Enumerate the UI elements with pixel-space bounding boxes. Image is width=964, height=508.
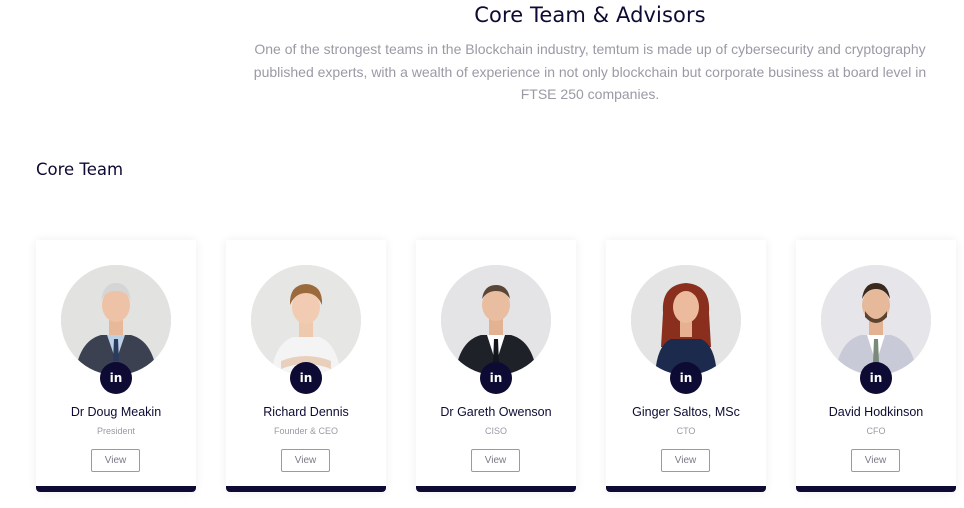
page-description: One of the strongest teams in the Blockc… (253, 41, 927, 102)
member-name: David Hodkinson (828, 405, 924, 419)
member-name: Ginger Saltos, MSc (632, 405, 740, 419)
member-role: CISO (484, 426, 507, 436)
view-button[interactable]: View (851, 449, 900, 472)
member-name: Dr Gareth Owenson (440, 405, 552, 419)
avatar (631, 265, 741, 375)
member-name: Dr Doug Meakin (70, 405, 162, 419)
member-role: CTO (676, 426, 696, 436)
page-title: Core Team & Advisors (474, 3, 706, 27)
avatar-wrap: in (631, 265, 741, 394)
linkedin-icon[interactable]: in (480, 362, 512, 394)
team-cards: in Dr Doug Meakin President View in Rich… (36, 240, 964, 494)
team-card: in Ginger Saltos, MSc CTO View (606, 240, 766, 492)
avatar-wrap: in (441, 265, 551, 394)
view-button[interactable]: View (281, 449, 330, 472)
avatar-wrap: in (821, 265, 931, 394)
view-button[interactable]: View (471, 449, 520, 472)
linkedin-icon[interactable]: in (290, 362, 322, 394)
linkedin-icon[interactable]: in (100, 362, 132, 394)
team-card: in Dr Doug Meakin President View (36, 240, 196, 492)
team-card: in Dr Gareth Owenson CISO View (416, 240, 576, 492)
team-card: in David Hodkinson CFO View (796, 240, 956, 492)
view-button[interactable]: View (91, 449, 140, 472)
team-card: in Richard Dennis Founder & CEO View (226, 240, 386, 492)
member-role: Founder & CEO (273, 426, 339, 436)
member-name: Richard Dennis (263, 405, 349, 419)
member-role: President (96, 426, 136, 436)
avatar (61, 265, 171, 375)
avatar (821, 265, 931, 375)
avatar-wrap: in (61, 265, 171, 394)
avatar-wrap: in (251, 265, 361, 394)
member-role: CFO (866, 426, 886, 436)
team-heading: Core Team & Advisors One of the stronges… (250, 2, 930, 106)
linkedin-icon[interactable]: in (860, 362, 892, 394)
view-button[interactable]: View (661, 449, 710, 472)
linkedin-icon[interactable]: in (670, 362, 702, 394)
avatar (441, 265, 551, 375)
section-title: Core Team (36, 160, 124, 179)
avatar (251, 265, 361, 375)
